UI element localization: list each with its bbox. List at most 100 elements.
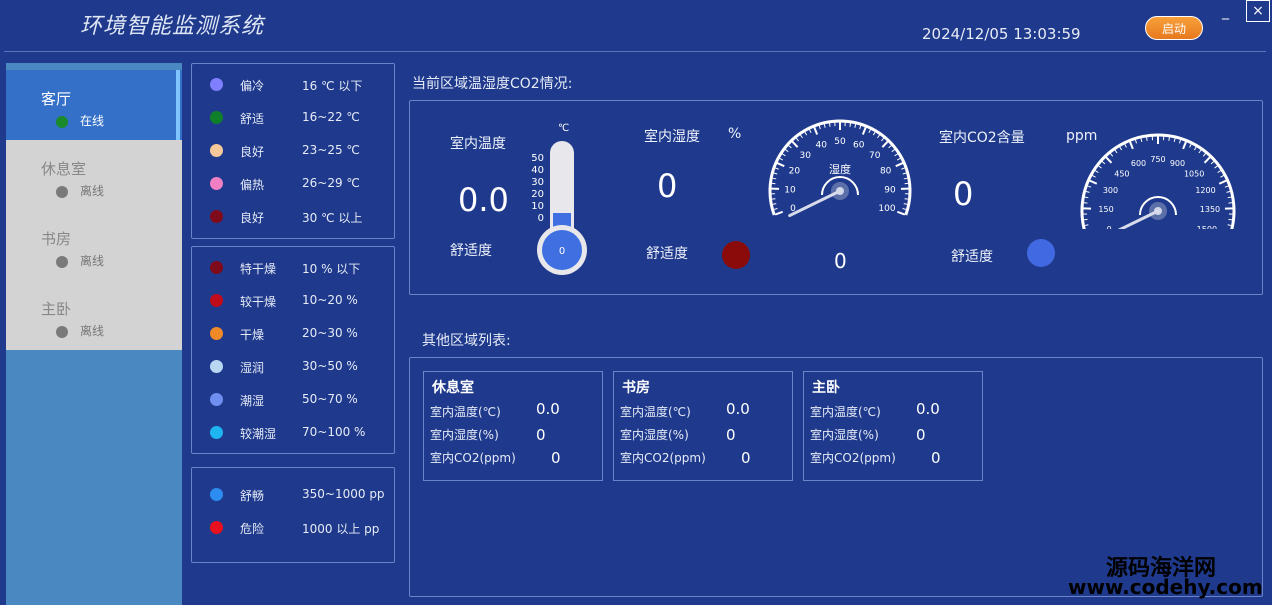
area-card-study[interactable]: 书房 室内温度(℃) 0.0 室内湿度(%) 0 室内CO2(ppm) 0: [613, 371, 793, 481]
close-button[interactable]: ×: [1246, 0, 1270, 22]
color-dot-icon: [210, 393, 223, 406]
legend-name: 舒适: [240, 112, 265, 126]
gauge-tick: [859, 125, 862, 130]
gauge-tick-label: 900: [1170, 159, 1185, 168]
area-temp-label: 室内温度(℃): [810, 405, 881, 419]
legend-range: 1000 以上 pp: [302, 522, 380, 536]
room-name: 书房: [41, 230, 72, 248]
gauge-tick: [1220, 174, 1225, 178]
current-area-title: 当前区域温湿度CO2情况:: [412, 76, 573, 92]
gauge-tick: [1226, 190, 1231, 193]
humidity-value: 0: [657, 167, 678, 205]
gauge-tick: [1193, 146, 1197, 151]
legend-item: 湿润 30~50 %: [192, 357, 396, 377]
legend-range: 23~25 ℃: [302, 143, 360, 157]
color-dot-icon: [210, 426, 223, 439]
area-card-master-bedroom[interactable]: 主卧 室内温度(℃) 0.0 室内湿度(%) 0 室内CO2(ppm) 0: [803, 371, 983, 481]
room-item-master-bedroom[interactable]: 主卧 离线: [6, 280, 182, 350]
legend-item: 偏冷 16 ℃ 以下: [192, 75, 396, 95]
area-temp-value: 0.0: [726, 400, 750, 418]
gauge-tick-label: 600: [1131, 159, 1146, 168]
area-co2-label: 室内CO2(ppm): [620, 451, 706, 465]
legend-item: 危险 1000 以上 pp: [192, 518, 396, 538]
gauge-tick: [1091, 174, 1096, 178]
gauge-tick-label: 1200: [1195, 186, 1215, 195]
thermo-tick-label: 40: [531, 165, 544, 176]
gauge-tick: [1097, 165, 1102, 169]
gauge-tick: [781, 153, 786, 157]
gauge-tick: [1203, 156, 1211, 164]
legend-range: 70~100 %: [302, 425, 366, 439]
room-name: 休息室: [41, 160, 87, 178]
current-area-panel: 室内温度 0.0 舒适度 ℃ 0 50 40 30 20 10 0 室内湿度 % 0 舒适…: [409, 100, 1263, 295]
area-temp-label: 室内温度(℃): [620, 405, 691, 419]
gauge-tick: [891, 148, 896, 153]
legend-range: 10 % 以下: [302, 262, 361, 276]
area-name: 休息室: [432, 380, 474, 396]
gauge-tick: [868, 128, 872, 134]
app-title: 环境智能监测系统: [80, 14, 265, 39]
color-dot-icon: [210, 360, 223, 373]
gauge-tick: [804, 131, 808, 136]
thermo-tick-label: 20: [531, 189, 544, 200]
legend-item: 较潮湿 70~100 %: [192, 423, 396, 443]
legend-name: 较潮湿: [240, 427, 277, 441]
gauge-tick-label: 30: [800, 151, 812, 161]
title-divider: [4, 51, 1266, 52]
legend-name: 舒畅: [240, 489, 265, 503]
co2-legend: 舒畅 350~1000 pp 危险 1000 以上 pp: [191, 467, 395, 563]
legend-name: 良好: [240, 211, 265, 225]
humidity-gauge-value: 0: [834, 249, 847, 273]
area-card-lounge[interactable]: 休息室 室内温度(℃) 0.0 室内湿度(%) 0 室内CO2(ppm) 0: [423, 371, 603, 481]
gauge-tick: [773, 207, 778, 211]
color-dot-icon: [210, 521, 223, 534]
temp-value: 0.0: [458, 181, 509, 219]
room-status: 在线: [80, 114, 105, 128]
room-status: 离线: [80, 184, 105, 198]
gauge-tick: [1119, 146, 1123, 151]
start-button[interactable]: 启动: [1145, 16, 1203, 40]
humidity-gauge: 010203040 50 60708090100湿度: [768, 119, 912, 218]
gauge-tick: [895, 162, 904, 168]
gauge-tick: [1227, 224, 1232, 227]
gauge-tick: [773, 172, 778, 175]
gauge-tick-label: 70: [869, 151, 881, 161]
humidity-unit: %: [728, 126, 742, 142]
legend-range: 30~50 %: [302, 359, 358, 373]
gauge-tick-label: 1050: [1184, 170, 1204, 179]
gauge-tick: [1084, 196, 1089, 199]
gauge-tick: [774, 210, 784, 216]
room-item-lounge[interactable]: 休息室 离线: [6, 140, 182, 210]
room-item-living[interactable]: 客厅 在线: [6, 70, 182, 140]
legend-item: 干燥 20~30 %: [192, 324, 396, 344]
gauge-tick: [1182, 141, 1188, 150]
gauge-tick: [828, 122, 831, 127]
legend-name: 干燥: [240, 328, 265, 342]
room-item-study[interactable]: 书房 离线: [6, 210, 182, 280]
gauge-tick-label: 50: [834, 137, 846, 147]
gauge-tick: [1189, 143, 1192, 148]
status-dot-icon: [56, 186, 68, 198]
legend-item: 良好 30 ℃ 以上: [192, 207, 396, 227]
color-dot-icon: [210, 144, 223, 157]
gauge-tick: [1087, 185, 1092, 188]
legend-range: 10~20 %: [302, 293, 358, 307]
gauge-tick: [1224, 185, 1229, 188]
gauge-tick-label: 90: [884, 185, 896, 195]
sidebar-scrollbar[interactable]: [176, 70, 180, 140]
gauge-tick: [1134, 139, 1138, 144]
color-dot-icon: [210, 327, 223, 340]
gauge-tick: [1114, 149, 1118, 154]
gauge-tick: [896, 157, 901, 161]
legend-name: 偏热: [240, 178, 265, 192]
color-dot-icon: [210, 261, 223, 274]
gauge-tick: [877, 134, 881, 139]
gauge-tick: [772, 203, 777, 205]
gauge-tick: [881, 137, 885, 142]
legend-item: 良好 23~25 ℃: [192, 141, 396, 161]
gauge-tick: [861, 126, 867, 135]
thermometer-gauge: ℃ 0 50403020100: [531, 123, 587, 275]
minimize-button[interactable]: _: [1222, 4, 1229, 20]
gauge-tick: [896, 210, 906, 216]
legend-name: 较干燥: [240, 295, 277, 309]
